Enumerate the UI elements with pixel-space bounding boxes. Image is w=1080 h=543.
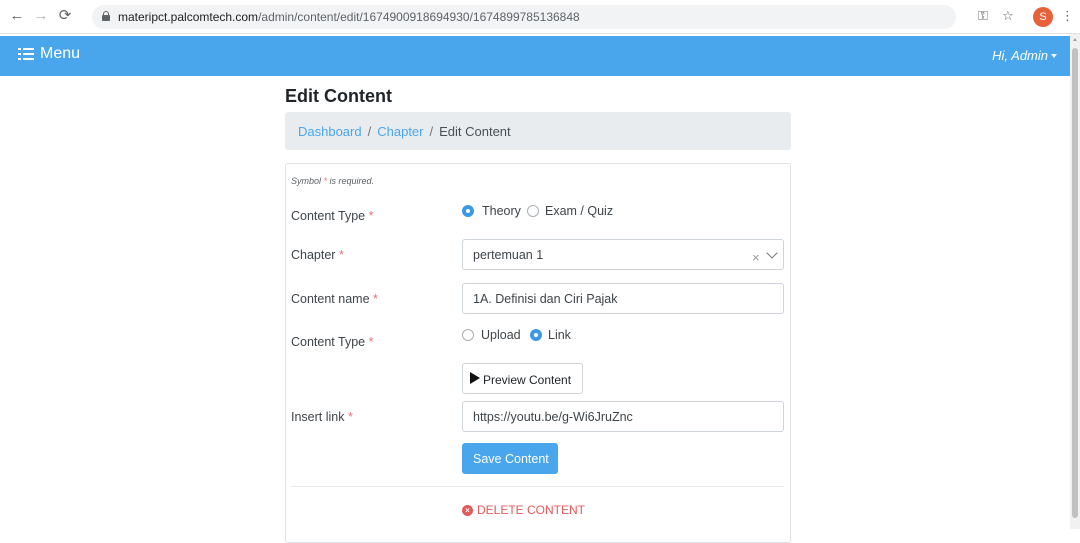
clear-icon[interactable]: × [752, 250, 760, 265]
more-vert-icon[interactable]: ⋮ [1061, 8, 1074, 24]
user-menu[interactable]: Hi, Admin [992, 48, 1048, 63]
app-navbar: Menu Hi, Admin [0, 36, 1070, 76]
caret-down-icon [1051, 54, 1057, 58]
radio-upload[interactable] [462, 329, 474, 341]
preview-content-button[interactable]: Preview Content [462, 363, 583, 394]
forward-arrow-icon[interactable]: → [32, 7, 50, 25]
browser-toolbar: ← → ⟳ materipct.palcomtech.com/admin/con… [0, 0, 1080, 34]
page-title: Edit Content [285, 86, 392, 106]
radio-link-label[interactable]: Link [548, 328, 571, 342]
address-bar[interactable]: materipct.palcomtech.com/admin/content/e… [92, 5, 956, 29]
radio-link[interactable] [530, 329, 542, 341]
breadcrumb: Dashboard / Chapter / Edit Content [285, 112, 791, 150]
menu-button[interactable]: Menu [18, 45, 80, 63]
reload-icon[interactable]: ⟳ [56, 7, 74, 25]
radio-theory[interactable] [462, 205, 474, 217]
divider [291, 486, 784, 487]
content-name-input[interactable]: 1A. Definisi dan Ciri Pajak [462, 283, 784, 314]
star-icon[interactable]: ☆ [1002, 8, 1014, 24]
scroll-up-arrow-icon[interactable] [1073, 38, 1077, 41]
play-icon [470, 372, 480, 384]
content-type-label: Content Type * [291, 209, 374, 223]
profile-avatar[interactable]: S [1033, 7, 1053, 27]
page-scrollbar[interactable] [1070, 34, 1080, 529]
chapter-label: Chapter * [291, 248, 344, 262]
breadcrumb-chapter[interactable]: Chapter [377, 124, 423, 139]
radio-exam-quiz[interactable] [527, 205, 539, 217]
breadcrumb-dashboard[interactable]: Dashboard [298, 124, 362, 139]
url-text: materipct.palcomtech.com/admin/content/e… [118, 10, 580, 24]
save-content-button[interactable]: Save Content [462, 443, 558, 474]
menu-label: Menu [40, 45, 81, 62]
scroll-thumb[interactable] [1072, 48, 1078, 518]
required-note: Symbol * is required. [291, 176, 375, 186]
radio-theory-label[interactable]: Theory [482, 204, 521, 218]
radio-exam-quiz-label[interactable]: Exam / Quiz [545, 204, 613, 218]
content-type-2-label: Content Type * [291, 335, 374, 349]
key-icon[interactable]: ⚿ [978, 8, 988, 24]
menu-list-icon [18, 47, 34, 61]
times-circle-icon: × [462, 504, 473, 516]
breadcrumb-current: Edit Content [439, 124, 511, 139]
content-name-label: Content name * [291, 292, 378, 306]
delete-content-button[interactable]: × DELETE CONTENT [462, 503, 585, 517]
lock-icon[interactable] [102, 11, 110, 21]
back-arrow-icon[interactable]: ← [8, 7, 26, 25]
radio-upload-label[interactable]: Upload [481, 328, 521, 342]
chapter-select[interactable]: pertemuan 1 [462, 239, 784, 270]
insert-link-input[interactable]: https://youtu.be/g-Wi6JruZnc [462, 401, 784, 432]
insert-link-label: Insert link * [291, 410, 353, 424]
